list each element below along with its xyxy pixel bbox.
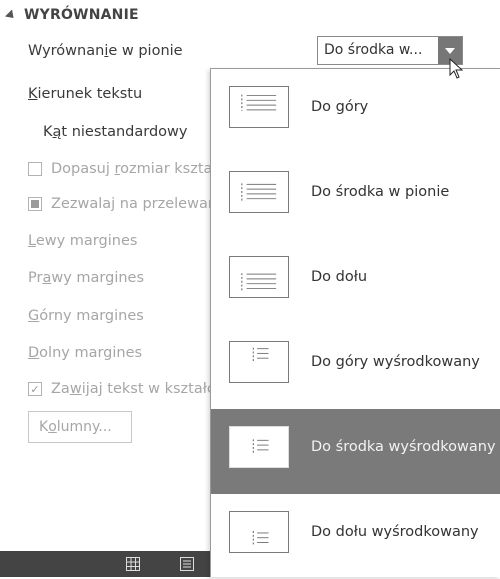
vertical-alignment-dropdown: Do góry Do środka w pionie Do dołu Do gó… bbox=[210, 68, 500, 577]
checkmark-icon: ✓ bbox=[30, 382, 40, 396]
mouse-cursor-icon bbox=[449, 58, 464, 79]
bottom-bar bbox=[0, 551, 210, 577]
columns-button[interactable]: Ko lumny... bbox=[28, 411, 132, 443]
section-title: WYRÓWNANIE bbox=[24, 7, 139, 23]
right-margin-label: Prawy margines bbox=[28, 270, 145, 286]
section-header-alignment[interactable]: WYRÓWNANIE bbox=[4, 4, 139, 26]
align-top-icon bbox=[229, 86, 289, 128]
chevron-down-icon bbox=[445, 47, 455, 54]
allow-overflow-checkbox[interactable] bbox=[28, 197, 42, 211]
align-bottom-centered-icon bbox=[229, 511, 289, 553]
vertical-alignment-label: Wyrównanie w pionie bbox=[28, 43, 183, 59]
wrap-text-label: Zawijaj tekst w kształc bbox=[51, 381, 215, 397]
dropdown-option-middle-centered[interactable]: Do środka wyśrodkowany bbox=[211, 409, 500, 494]
align-middle-icon bbox=[229, 171, 289, 213]
allow-overflow-label: Zezwalaj na przelewan bbox=[51, 196, 218, 212]
vertical-alignment-combobox[interactable]: Do środka w... bbox=[317, 36, 463, 65]
dropdown-option-middle[interactable]: Do środka w pionie bbox=[211, 154, 500, 239]
bottom-margin-label: Dolny margines bbox=[28, 345, 143, 361]
text-box-icon[interactable] bbox=[180, 557, 194, 571]
fit-shape-label: Dopasuj rozmiar kszta bbox=[51, 161, 213, 177]
collapse-triangle-icon bbox=[4, 8, 18, 22]
top-margin-label: Górny margines bbox=[28, 308, 144, 324]
left-margin-label: Lewy margines bbox=[28, 233, 138, 249]
align-middle-centered-icon bbox=[229, 426, 289, 468]
fit-shape-checkbox-row[interactable]: Dopasuj rozmiar kszta bbox=[28, 161, 212, 177]
align-top-centered-icon bbox=[229, 341, 289, 383]
wrap-text-checkbox[interactable]: ✓ bbox=[28, 382, 42, 396]
wrap-text-checkbox-row[interactable]: ✓ Zawijaj tekst w kształc bbox=[28, 381, 215, 397]
grid-icon[interactable] bbox=[126, 557, 140, 571]
custom-angle-label[interactable]: Kąt niestandardowy bbox=[43, 124, 187, 140]
dropdown-option-bottom[interactable]: Do dołu bbox=[211, 239, 500, 324]
allow-overflow-checkbox-row[interactable]: Zezwalaj na przelewan bbox=[28, 196, 217, 212]
dropdown-option-top-centered[interactable]: Do góry wyśrodkowany bbox=[211, 324, 500, 409]
indeterminate-square-icon bbox=[31, 200, 39, 208]
combobox-value: Do środka w... bbox=[324, 42, 423, 58]
dropdown-option-bottom-centered[interactable]: Do dołu wyśrodkowany bbox=[211, 494, 500, 579]
text-direction-label[interactable]: Kierunek tekstu bbox=[28, 86, 142, 102]
fit-shape-checkbox[interactable] bbox=[28, 162, 42, 176]
align-bottom-icon bbox=[229, 256, 289, 298]
